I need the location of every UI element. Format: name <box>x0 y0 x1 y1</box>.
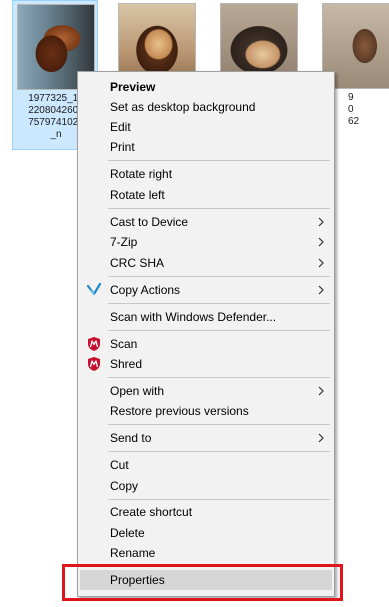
chevron-right-icon <box>318 237 324 247</box>
file-explorer-view: 1977325_10 2208042609 7579741023 _n 9 0 … <box>0 0 389 607</box>
menu-item-label: Copy Actions <box>110 283 181 297</box>
menu-item-label: Shred <box>110 357 143 371</box>
menu-item-label: CRC SHA <box>110 256 165 270</box>
file-name-line: 9 <box>348 92 354 103</box>
menu-item-label: Scan with Windows Defender... <box>110 310 277 324</box>
menu-item-label: Set as desktop background <box>110 100 256 114</box>
menu-item-cast-to-device[interactable]: Cast to Device <box>80 212 332 232</box>
menu-item-shred[interactable]: Shred <box>80 354 332 374</box>
menu-separator <box>108 499 330 500</box>
menu-item-label: Rotate right <box>110 167 173 181</box>
menu-item-label: Preview <box>110 80 156 94</box>
menu-item-print[interactable]: Print <box>80 137 332 157</box>
menu-separator <box>108 330 330 331</box>
file-name-line: 62 <box>348 116 360 127</box>
menu-item-create-shortcut[interactable]: Create shortcut <box>80 502 332 522</box>
menu-separator <box>108 208 330 209</box>
menu-item-label: Print <box>110 140 135 154</box>
menu-item-open-with[interactable]: Open with <box>80 381 332 401</box>
menu-item-set-desktop-background[interactable]: Set as desktop background <box>80 97 332 117</box>
copy-actions-icon <box>86 282 102 296</box>
menu-item-rotate-left[interactable]: Rotate left <box>80 185 332 205</box>
menu-item-label: Edit <box>110 120 131 134</box>
menu-item-label: Restore previous versions <box>110 404 249 418</box>
menu-item-label: Scan <box>110 337 138 351</box>
menu-separator <box>108 276 330 277</box>
menu-separator <box>108 377 330 378</box>
menu-item-label: Create shortcut <box>110 505 193 519</box>
menu-item-label: Rename <box>110 546 156 560</box>
chevron-right-icon <box>318 386 324 396</box>
menu-item-7-zip[interactable]: 7-Zip <box>80 232 332 252</box>
menu-item-restore-previous-versions[interactable]: Restore previous versions <box>80 401 332 421</box>
file-name-line: 0 <box>348 104 354 115</box>
menu-item-label: Delete <box>110 526 145 540</box>
menu-item-rotate-right[interactable]: Rotate right <box>80 164 332 184</box>
menu-separator <box>108 451 330 452</box>
context-menu: Preview Set as desktop background Edit P… <box>77 71 335 597</box>
menu-item-send-to[interactable]: Send to <box>80 428 332 448</box>
menu-item-scan[interactable]: Scan <box>80 334 332 354</box>
menu-item-delete[interactable]: Delete <box>80 523 332 543</box>
menu-separator <box>108 424 330 425</box>
mcafee-shield-icon <box>88 357 100 371</box>
menu-item-preview[interactable]: Preview <box>80 77 332 97</box>
chevron-right-icon <box>318 433 324 443</box>
menu-item-label: Open with <box>110 384 165 398</box>
menu-item-label: Cast to Device <box>110 215 189 229</box>
menu-item-copy-actions[interactable]: Copy Actions <box>80 280 332 300</box>
menu-item-label: Copy <box>110 479 139 493</box>
chevron-right-icon <box>318 258 324 268</box>
menu-item-copy[interactable]: Copy <box>80 476 332 496</box>
file-name: 9 0 62 <box>348 92 388 128</box>
menu-item-label: Send to <box>110 431 152 445</box>
menu-item-label: 7-Zip <box>110 235 138 249</box>
menu-item-scan-with-windows-defender[interactable]: Scan with Windows Defender... <box>80 307 332 327</box>
menu-item-edit[interactable]: Edit <box>80 117 332 137</box>
menu-item-label: Rotate left <box>110 188 165 202</box>
menu-separator <box>108 160 330 161</box>
chevron-right-icon <box>318 285 324 295</box>
menu-separator <box>108 303 330 304</box>
chevron-right-icon <box>318 217 324 227</box>
menu-item-crc-sha[interactable]: CRC SHA <box>80 253 332 273</box>
mcafee-shield-icon <box>88 337 100 351</box>
menu-item-rename[interactable]: Rename <box>80 543 332 563</box>
annotation-highlight-box <box>62 564 343 601</box>
menu-item-label: Cut <box>110 458 129 472</box>
menu-item-cut[interactable]: Cut <box>80 455 332 475</box>
